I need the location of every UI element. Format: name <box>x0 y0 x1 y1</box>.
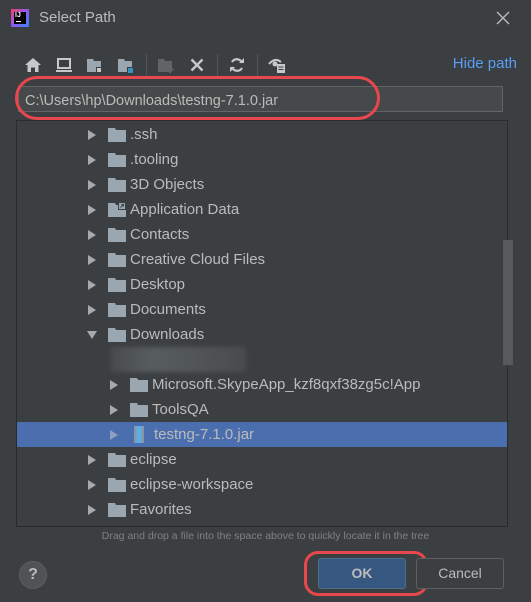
app-icon-text: IJ <box>14 12 26 24</box>
tree-row-label: Contacts <box>130 226 190 243</box>
show-hidden-button[interactable] <box>266 54 288 76</box>
expand-arrow-icon[interactable] <box>87 154 97 166</box>
expand-arrow-icon[interactable] <box>87 254 97 266</box>
tree-row[interactable]: Documents <box>17 297 507 322</box>
folder-icon <box>108 252 126 267</box>
tree-row-label: eclipse <box>130 451 177 468</box>
drag-drop-hint: Drag and drop a file into the space abov… <box>101 530 430 542</box>
tree-row[interactable]: Desktop <box>17 272 507 297</box>
close-icon <box>496 11 510 25</box>
module-folder-button[interactable] <box>115 54 137 76</box>
intellij-idea-icon: IJ <box>11 9 29 27</box>
delete-button[interactable] <box>186 54 208 76</box>
file-tree[interactable]: .ssh .tooling 3D Objects Application Data Co… <box>16 120 508 527</box>
folder-icon <box>108 152 126 167</box>
tree-row[interactable]: Downloads <box>17 322 507 347</box>
tree-row-label: Microsoft.SkypeApp_kzf8qxf38zg5c!App <box>152 376 421 393</box>
toolbar-separator <box>257 54 258 76</box>
tree-row-label: 3D Objects <box>130 176 205 193</box>
expand-arrow-icon[interactable] <box>87 129 97 141</box>
tree-row[interactable]: Creative Cloud Files <box>17 247 507 272</box>
tree-row-label: .tooling <box>130 151 179 168</box>
expand-arrow-icon[interactable] <box>87 229 97 241</box>
folder-icon <box>108 502 126 517</box>
new-folder-icon <box>158 59 174 73</box>
project-folder-button[interactable] <box>84 54 106 76</box>
delete-icon <box>190 58 204 72</box>
module-folder-icon <box>118 59 133 73</box>
folder-icon <box>108 127 126 142</box>
title-bar: IJ Select Path <box>0 0 531 38</box>
folder-icon <box>130 377 148 392</box>
tree-row[interactable]: testng-7.1.0.jar <box>17 422 507 447</box>
tree-row-label: .ssh <box>130 126 158 143</box>
toolbar-separator <box>146 54 147 76</box>
show-hidden-icon <box>268 58 285 73</box>
tree-row-label: Favorites <box>130 501 192 518</box>
tree-row[interactable]: Microsoft.SkypeApp_kzf8qxf38zg5c!App <box>17 372 507 397</box>
dialog-title: Select Path <box>39 9 116 26</box>
ok-button[interactable]: OK <box>318 558 406 589</box>
expand-arrow-icon[interactable] <box>87 504 97 516</box>
expand-arrow-icon[interactable] <box>109 379 119 391</box>
expand-arrow-icon[interactable] <box>87 204 97 216</box>
tree-row[interactable]: Contacts <box>17 222 507 247</box>
expand-arrow-icon[interactable] <box>87 179 97 191</box>
expand-arrow-icon[interactable] <box>87 304 97 316</box>
tree-row[interactable]: .tooling <box>17 147 507 172</box>
tree-row[interactable]: Application Data <box>17 197 507 222</box>
redacted-tree-row <box>111 347 246 372</box>
folder-icon <box>108 177 126 192</box>
tree-row-label: ToolsQA <box>152 401 209 418</box>
cancel-button[interactable]: Cancel <box>416 558 504 589</box>
jar-file-icon <box>134 426 144 443</box>
collapse-arrow-icon[interactable] <box>87 329 97 341</box>
tree-row[interactable]: Favorites <box>17 497 507 522</box>
tree-row-label: Creative Cloud Files <box>130 251 266 268</box>
folder-shortcut-icon <box>108 201 126 217</box>
tree-scrollbar[interactable] <box>503 240 513 365</box>
desktop-button[interactable] <box>53 54 75 76</box>
tree-row-label: Downloads <box>130 326 205 343</box>
project-folder-icon <box>87 59 102 73</box>
tree-row[interactable]: ToolsQA <box>17 397 507 422</box>
home-icon <box>25 58 41 72</box>
tree-row-label: Documents <box>130 301 206 318</box>
hide-path-link[interactable]: Hide path <box>453 55 517 72</box>
tree-row[interactable]: eclipse-workspace <box>17 472 507 497</box>
folder-icon <box>108 227 126 242</box>
expand-arrow-icon[interactable] <box>109 404 119 416</box>
folder-icon <box>130 402 148 417</box>
refresh-icon <box>230 58 244 72</box>
expand-arrow-icon[interactable] <box>109 429 119 441</box>
tree-row-label: Application Data <box>130 201 240 218</box>
refresh-button[interactable] <box>226 54 248 76</box>
expand-arrow-icon[interactable] <box>87 454 97 466</box>
expand-arrow-icon[interactable] <box>87 279 97 291</box>
tree-row-label: eclipse-workspace <box>130 476 254 493</box>
tree-row-label: testng-7.1.0.jar <box>154 426 255 443</box>
folder-icon <box>108 327 126 342</box>
close-button[interactable] <box>493 8 513 28</box>
help-button[interactable]: ? <box>19 561 47 589</box>
tree-row[interactable]: eclipse <box>17 447 507 472</box>
toolbar <box>22 52 297 78</box>
desktop-icon <box>56 58 72 72</box>
tree-row[interactable]: 3D Objects <box>17 172 507 197</box>
home-button[interactable] <box>22 54 44 76</box>
new-folder-button[interactable] <box>155 54 177 76</box>
toolbar-separator <box>217 54 218 76</box>
expand-arrow-icon[interactable] <box>87 479 97 491</box>
tree-row[interactable]: .ssh <box>17 122 507 147</box>
folder-icon <box>108 452 126 467</box>
folder-icon <box>108 477 126 492</box>
tree-row-label: Desktop <box>130 276 186 293</box>
folder-icon <box>108 277 126 292</box>
path-input[interactable] <box>18 86 503 112</box>
folder-icon <box>108 302 126 317</box>
